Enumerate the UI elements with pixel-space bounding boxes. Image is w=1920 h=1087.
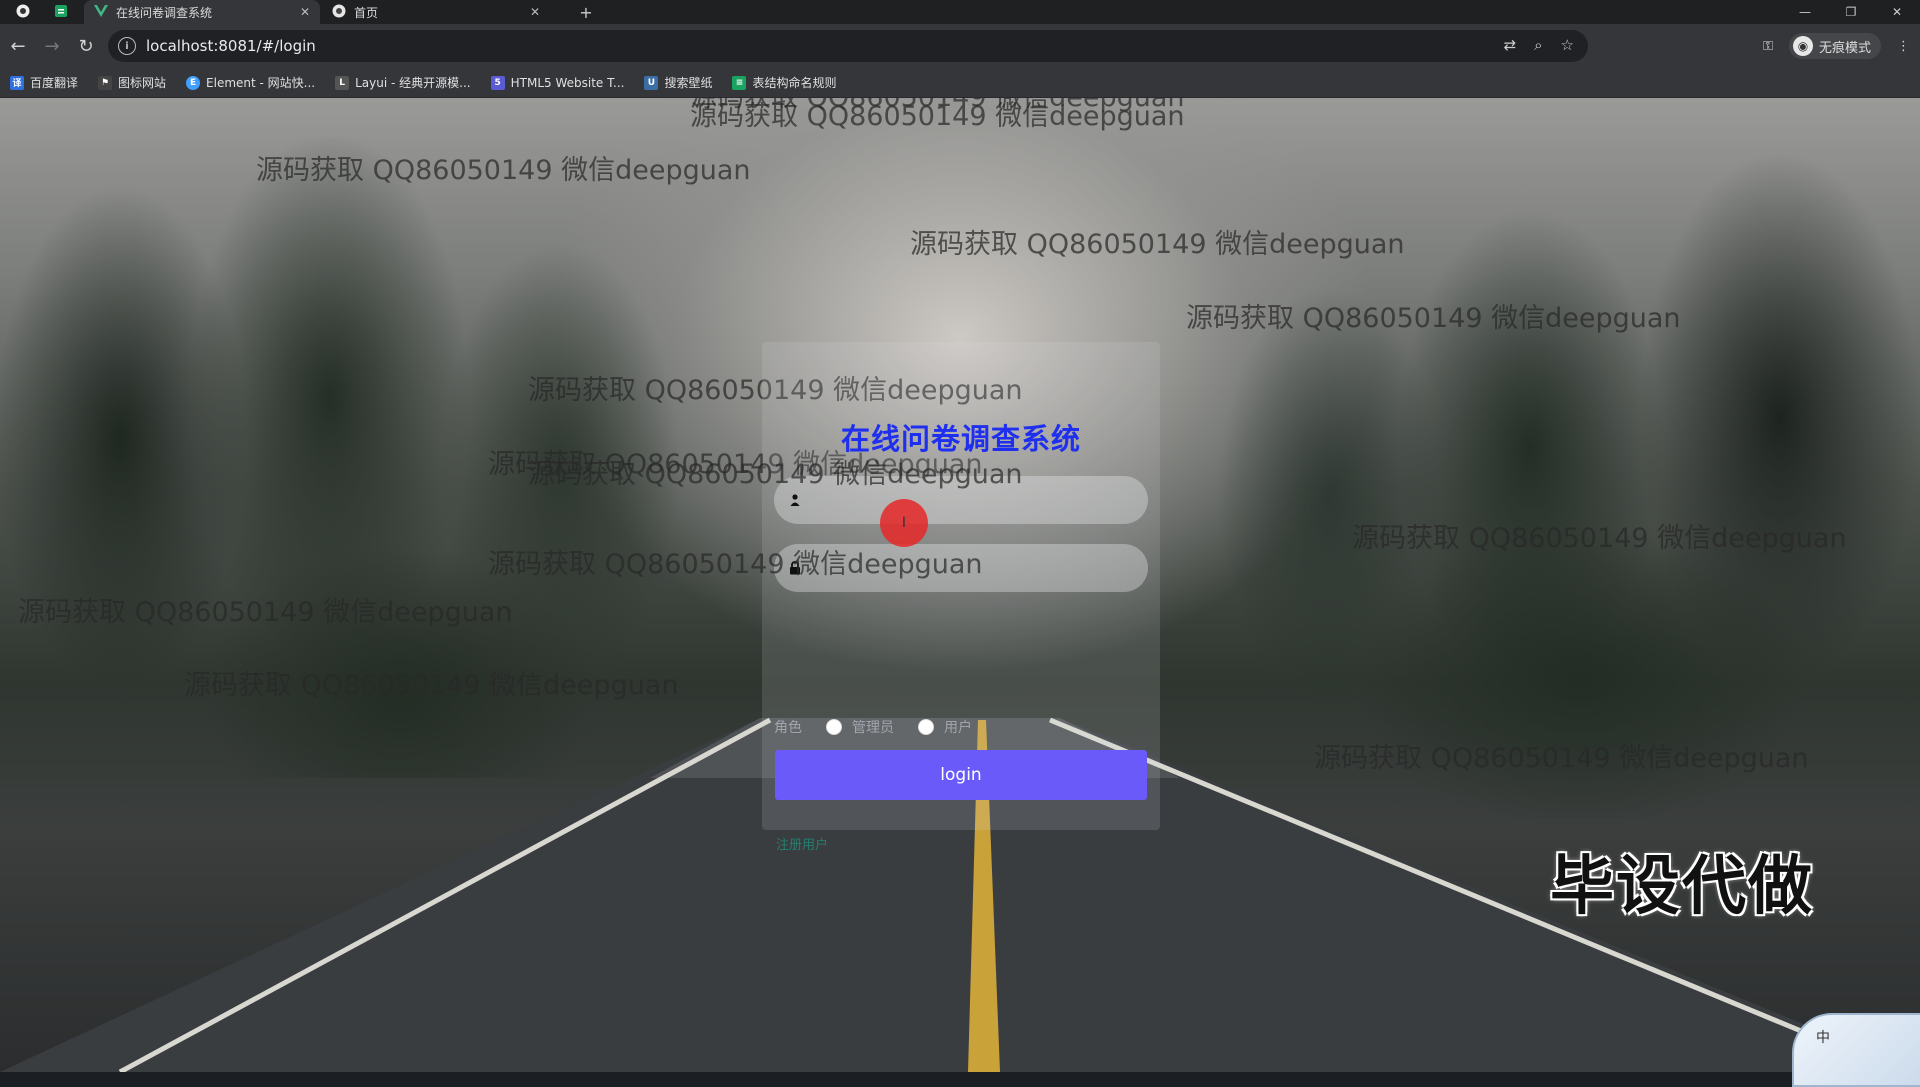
reload-button[interactable]: ↻ bbox=[70, 30, 102, 62]
role-option-label: 管理员 bbox=[852, 720, 894, 736]
login-title: 在线问卷调查系统 bbox=[840, 422, 1081, 456]
wallpaper-icon: U bbox=[644, 75, 659, 90]
role-label: 角色 bbox=[774, 720, 802, 736]
element-icon: E bbox=[186, 75, 201, 90]
reload-icon: ↻ bbox=[78, 35, 94, 57]
password-field[interactable] bbox=[774, 543, 1148, 593]
user-icon bbox=[780, 494, 810, 506]
incognito-profile-button[interactable]: ◉ 无痕模式 bbox=[1788, 33, 1881, 59]
forward-arrow-icon: → bbox=[44, 35, 60, 57]
bookmark-label: Layui - 经典开源模... bbox=[355, 76, 471, 90]
ime-label: 中 bbox=[1816, 1030, 1830, 1046]
tab-title: 在线问卷调查系统 bbox=[116, 5, 213, 20]
profile-label: 无痕模式 bbox=[1818, 40, 1871, 56]
new-tab-button[interactable]: + bbox=[574, 0, 598, 24]
lock-icon bbox=[780, 561, 810, 575]
window-controls: — ❐ ✕ bbox=[1782, 0, 1920, 24]
browser-toolbar: ← → ↻ i localhost:8081/#/login ⇄ ⌕ ☆ ⚿ ◉… bbox=[0, 24, 1920, 68]
text-cursor-icon: I bbox=[901, 515, 907, 531]
layui-icon: L bbox=[335, 75, 350, 90]
bookmark-label: Element - 网站快... bbox=[206, 76, 316, 90]
translate-icon[interactable]: ⇄ bbox=[1504, 36, 1517, 54]
translate-icon: 译 bbox=[10, 75, 24, 90]
close-window-icon[interactable]: ✕ bbox=[1874, 0, 1920, 24]
role-option-user[interactable]: 用户 bbox=[918, 717, 972, 737]
vue-icon bbox=[94, 4, 108, 20]
username-input[interactable] bbox=[810, 475, 1148, 525]
browser-tab-bar: 在线问卷调查系统 ✕ 首页 ✕ + — ❐ ✕ bbox=[0, 0, 1920, 24]
key-icon[interactable]: ⚿ bbox=[1763, 39, 1773, 54]
role-option-admin[interactable]: 管理员 bbox=[826, 717, 894, 737]
doc-icon: ≡ bbox=[732, 75, 747, 90]
bookmark-label: HTML5 Website T... bbox=[510, 75, 625, 90]
bookmark-item[interactable]: ⚑ 图标网站 bbox=[88, 69, 176, 97]
bookmark-item[interactable]: U 搜索壁纸 bbox=[634, 69, 722, 97]
menu-dots-icon[interactable]: ⋮ bbox=[1897, 39, 1910, 54]
bookmark-label: 搜索壁纸 bbox=[664, 76, 713, 90]
role-selector: 角色 管理员 用户 bbox=[774, 715, 972, 739]
flag-icon: ⚑ bbox=[98, 75, 113, 90]
forward-button[interactable]: → bbox=[36, 30, 68, 62]
bookmark-item[interactable]: 5 HTML5 Website T... bbox=[481, 69, 635, 97]
minimize-icon[interactable]: — bbox=[1782, 0, 1828, 24]
tab-home[interactable]: 首页 ✕ bbox=[322, 0, 550, 24]
login-button[interactable]: login bbox=[775, 750, 1147, 800]
tab-active-survey[interactable]: 在线问卷调查系统 ✕ bbox=[84, 0, 320, 24]
ime-widget[interactable]: 中 bbox=[1792, 1013, 1920, 1087]
bookmark-item[interactable]: E Element - 网站快... bbox=[176, 69, 325, 97]
url-text: localhost:8081/#/login bbox=[146, 37, 316, 55]
bookmark-label: 图标网站 bbox=[118, 76, 167, 90]
address-bar[interactable]: i localhost:8081/#/login ⇄ ⌕ ☆ bbox=[108, 30, 1588, 62]
back-arrow-icon: ← bbox=[10, 35, 26, 57]
back-button[interactable]: ← bbox=[2, 30, 34, 62]
close-tab-icon[interactable]: ✕ bbox=[530, 5, 540, 19]
zoom-icon[interactable]: ⌕ bbox=[1534, 36, 1542, 54]
tab-title: 首页 bbox=[354, 5, 379, 20]
bookmark-item[interactable]: L Layui - 经典开源模... bbox=[325, 69, 480, 97]
role-option-label: 用户 bbox=[944, 720, 972, 736]
site-info-icon[interactable]: i bbox=[118, 37, 136, 55]
bookmark-item[interactable]: ≡ 表结构命名规则 bbox=[722, 69, 846, 97]
html5-icon: 5 bbox=[490, 75, 505, 90]
radio-admin[interactable] bbox=[826, 719, 842, 735]
chrome-icon bbox=[16, 4, 30, 21]
bookmarks-bar: 译 百度翻译 ⚑ 图标网站 E Element - 网站快... L Layui… bbox=[0, 68, 1920, 98]
register-link[interactable]: 注册用户 bbox=[776, 834, 828, 853]
incognito-icon: ◉ bbox=[1792, 36, 1813, 56]
restore-icon[interactable]: ❐ bbox=[1828, 0, 1874, 24]
mouse-cursor-highlight: I bbox=[880, 499, 928, 547]
bookmark-label: 百度翻译 bbox=[30, 76, 79, 90]
bookmark-star-icon[interactable]: ☆ bbox=[1561, 36, 1574, 54]
username-field[interactable] bbox=[774, 475, 1148, 525]
globe-icon bbox=[332, 4, 346, 21]
login-card: 在线问卷调查系统 角色 管理员 用户 login 注册用户 bbox=[762, 342, 1160, 853]
radio-user[interactable] bbox=[918, 719, 934, 735]
bookmark-item[interactable]: 译 百度翻译 bbox=[0, 69, 88, 97]
corner-watermark: 毕设代做 bbox=[1550, 850, 1814, 924]
password-input[interactable] bbox=[810, 543, 1148, 593]
bookmark-label: 表结构命名规则 bbox=[752, 76, 837, 90]
app-icon bbox=[54, 4, 68, 21]
tab-pinned-chrome[interactable] bbox=[8, 0, 38, 24]
close-tab-icon[interactable]: ✕ bbox=[300, 5, 310, 19]
tab-pinned-app[interactable] bbox=[46, 0, 76, 24]
